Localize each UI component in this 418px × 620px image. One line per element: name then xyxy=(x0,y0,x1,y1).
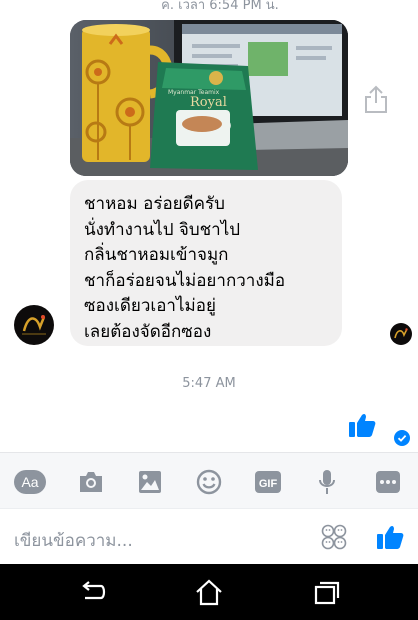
composer-toolbar: Aa GIF xyxy=(0,452,418,509)
message-line: กลิ่นชาหอมเข้าจมูก xyxy=(84,245,229,265)
message-bubble[interactable]: ชาหอม อร่อยดีครับ นั่งทำงานไป จิบชาไป กล… xyxy=(70,180,342,346)
text-style-label: Aa xyxy=(21,474,38,490)
gif-icon: GIF xyxy=(255,471,281,493)
more-icon[interactable] xyxy=(376,469,400,495)
like-icon[interactable] xyxy=(376,523,404,551)
message-composer: เขียนข้อความ... xyxy=(0,508,418,565)
image-icon[interactable] xyxy=(137,469,163,495)
message-line: นั่งทำงานไป จิบชาไป xyxy=(84,219,241,240)
package-label: Royal xyxy=(190,95,227,110)
text-style-button[interactable]: Aa xyxy=(14,469,46,495)
shared-photo[interactable]: Royal Myanmar Teamix xyxy=(70,20,348,176)
recent-apps-icon[interactable] xyxy=(310,578,342,606)
text-icon: Aa xyxy=(14,470,46,494)
delivered-check-icon xyxy=(394,430,410,446)
gif-label: GIF xyxy=(259,478,278,490)
message-line: เลยต้องจัดอีกซอง xyxy=(84,321,212,342)
sender-avatar[interactable] xyxy=(14,305,54,345)
message-line: ชาหอม อร่อยดีครับ xyxy=(84,194,225,214)
package-sublabel: Myanmar Teamix xyxy=(168,89,220,96)
seen-avatar xyxy=(390,323,412,345)
emoji-icon[interactable] xyxy=(196,469,222,495)
message-line: ซองเดียวเอาไม่อยู่ xyxy=(84,296,216,316)
message-timestamp: 5:47 AM xyxy=(182,376,236,391)
microphone-icon[interactable] xyxy=(317,469,337,495)
back-icon[interactable] xyxy=(76,578,108,606)
share-icon[interactable] xyxy=(362,84,390,114)
message-input[interactable]: เขียนข้อความ... xyxy=(14,527,133,554)
conversation-area[interactable]: ค. เวลา 6:54 PM น. Royal Myanmar Teamix … xyxy=(0,0,418,452)
home-icon[interactable] xyxy=(193,578,225,606)
sent-like-icon[interactable] xyxy=(348,411,376,439)
photo-illustration: Royal Myanmar Teamix xyxy=(70,20,348,176)
gif-button[interactable]: GIF xyxy=(254,469,282,495)
system-navigation-bar xyxy=(0,564,418,620)
camera-icon[interactable] xyxy=(78,469,104,495)
avatar-logo-icon xyxy=(22,315,46,335)
previous-timestamp: ค. เวลา 6:54 PM น. xyxy=(161,0,279,13)
message-line: ชาก็อร่อยจนไม่อยากวางมือ xyxy=(84,270,286,291)
seen-logo-icon xyxy=(394,328,408,339)
sticker-icon[interactable] xyxy=(321,524,347,550)
